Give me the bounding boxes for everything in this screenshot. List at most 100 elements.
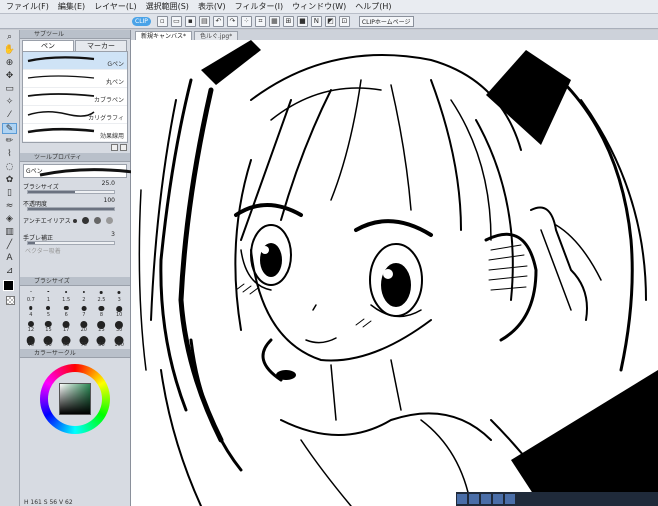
ruler-icon[interactable]: N	[310, 15, 322, 27]
homepage-button[interactable]: CLIPホームページ	[358, 15, 414, 27]
decoration-icon[interactable]: ✿	[2, 175, 17, 186]
brush-size-cell[interactable]: 50	[40, 333, 58, 348]
hand-icon[interactable]: ✋	[2, 45, 17, 56]
blend-icon[interactable]: ≈	[2, 201, 17, 212]
opacity-slider[interactable]	[27, 207, 115, 211]
app-icon[interactable]	[481, 494, 491, 504]
save-icon[interactable]: ▪	[184, 15, 196, 27]
bucket-icon[interactable]: ◈	[2, 214, 17, 225]
brush-size-cell[interactable]: 1	[40, 288, 58, 303]
opacity-row[interactable]: 不透明度 100	[23, 195, 127, 212]
brush-size-cell[interactable]: 100	[110, 333, 128, 348]
menu-help[interactable]: ヘルプ(H)	[355, 1, 391, 12]
antialias-mid-icon[interactable]	[94, 217, 101, 224]
brush-size-cell[interactable]: 6	[57, 303, 75, 318]
brush-size-cell[interactable]: 15	[40, 318, 58, 333]
brush-size-cell[interactable]: 2.5	[93, 288, 111, 303]
crop-icon[interactable]: ⌗	[254, 15, 266, 27]
brush-icon[interactable]: ⌇	[2, 149, 17, 160]
open-folder-icon[interactable]: ▭	[170, 15, 182, 27]
menu-file[interactable]: ファイル(F)	[6, 1, 49, 12]
main-color-swatch[interactable]	[3, 280, 14, 291]
brush-size-cell[interactable]: 80	[93, 333, 111, 348]
fill-icon[interactable]: ▦	[268, 15, 280, 27]
brush-size-row[interactable]: ブラシサイズ 25.0	[23, 178, 127, 195]
tab-pen[interactable]: ペン	[22, 40, 74, 51]
brush-size-cell[interactable]: 10	[110, 303, 128, 318]
app-icon[interactable]	[505, 494, 515, 504]
brush-size-cell[interactable]: 70	[75, 333, 93, 348]
transparent-color-swatch[interactable]	[6, 296, 15, 305]
menu-layer[interactable]: レイヤー(L)	[94, 1, 136, 12]
text-icon[interactable]: A	[2, 253, 17, 264]
app-icon[interactable]	[493, 494, 503, 504]
brush-size-cell[interactable]: 20	[75, 318, 93, 333]
brush-size-slider[interactable]	[27, 190, 115, 194]
pencil-icon[interactable]: ✏	[2, 136, 17, 147]
stabilization-value[interactable]: 3	[111, 231, 115, 238]
brush-item-kabura[interactable]: カブラペン	[23, 88, 127, 106]
antialias-weak-icon[interactable]	[82, 217, 89, 224]
brush-size-cell[interactable]: 2	[75, 288, 93, 303]
brush-size-cell[interactable]: 4	[22, 303, 40, 318]
brush-size-value[interactable]: 25.0	[102, 180, 115, 187]
correct-line-icon[interactable]: ⊿	[2, 266, 17, 277]
antialias-none-icon[interactable]	[73, 218, 77, 223]
zoom-icon[interactable]: ⌕	[2, 32, 17, 43]
tab-marker[interactable]: マーカー	[75, 40, 127, 51]
transform-icon[interactable]: ⊞	[282, 15, 294, 27]
brush-size-cell[interactable]: 40	[22, 333, 40, 348]
eraser-icon[interactable]: ▯	[2, 188, 17, 199]
brush-size-cell[interactable]: 3	[110, 288, 128, 303]
new-file-icon[interactable]: ▫	[156, 15, 168, 27]
eyedropper-icon[interactable]: ⁄	[2, 110, 17, 121]
line-icon[interactable]: ╱	[2, 240, 17, 251]
brush-size-cell[interactable]: 0.7	[22, 288, 40, 303]
tab-color-jpg[interactable]: 色ルぐ.jpg*	[194, 31, 239, 40]
antialias-strong-icon[interactable]	[106, 217, 113, 224]
menu-view[interactable]: 表示(V)	[198, 1, 226, 12]
snap-icon[interactable]: ◩	[324, 15, 336, 27]
vector-snap-checkbox[interactable]: ベクター吸着	[23, 246, 127, 255]
pen-icon[interactable]: ✎	[2, 123, 17, 134]
app-icon[interactable]	[457, 494, 467, 504]
brush-size-cell[interactable]: 60	[57, 333, 75, 348]
clip-badge[interactable]: CLIP	[132, 16, 151, 26]
brush-size-cell[interactable]: 8	[93, 303, 111, 318]
tab-new-canvas[interactable]: 新規キャンバス*	[135, 31, 193, 40]
opacity-value[interactable]: 100	[104, 197, 115, 204]
brush-size-cell[interactable]: 12	[22, 318, 40, 333]
delete-subtool-icon[interactable]	[120, 144, 127, 151]
selection-icon[interactable]: ▭	[2, 84, 17, 95]
brush-item-maru[interactable]: 丸ペン	[23, 70, 127, 88]
magic-wand-icon[interactable]: ✧	[2, 97, 17, 108]
menu-filter[interactable]: フィルター(I)	[235, 1, 283, 12]
menu-window[interactable]: ウィンドウ(W)	[292, 1, 346, 12]
zoom-lens-icon[interactable]: ⊕	[2, 58, 17, 69]
antialias-options[interactable]	[73, 217, 118, 224]
brush-size-cell[interactable]: 17	[57, 318, 75, 333]
antialias-row[interactable]: アンチエイリアス	[23, 212, 127, 229]
saturation-value-square[interactable]	[59, 383, 91, 415]
stabilization-slider[interactable]	[27, 241, 115, 245]
grid-snap-icon[interactable]: ⊡	[338, 15, 350, 27]
brush-item-gpen[interactable]: Gペン	[23, 52, 127, 70]
brush-size-cell[interactable]: 30	[110, 318, 128, 333]
brush-item-effect[interactable]: 効果線用	[23, 124, 127, 142]
airbrush-icon[interactable]: ◌	[2, 162, 17, 173]
undo-icon[interactable]: ↶	[212, 15, 224, 27]
drawing-canvas[interactable]	[131, 40, 658, 506]
brush-size-cell[interactable]: 25	[93, 318, 111, 333]
gradient-icon[interactable]: ▥	[2, 227, 17, 238]
color-wheel[interactable]	[40, 364, 110, 434]
stop-icon[interactable]: ■	[296, 15, 308, 27]
menu-selection[interactable]: 選択範囲(S)	[146, 1, 189, 12]
redo-icon[interactable]: ↷	[226, 15, 238, 27]
export-icon[interactable]: ▤	[198, 15, 210, 27]
move-icon[interactable]: ✥	[2, 71, 17, 82]
brush-size-cell[interactable]: 5	[40, 303, 58, 318]
stabilization-row[interactable]: 手ブレ補正 3	[23, 229, 127, 246]
clear-selection-icon[interactable]: ⁘	[240, 15, 252, 27]
brush-size-cell[interactable]: 1.5	[57, 288, 75, 303]
menu-edit[interactable]: 編集(E)	[58, 1, 85, 12]
